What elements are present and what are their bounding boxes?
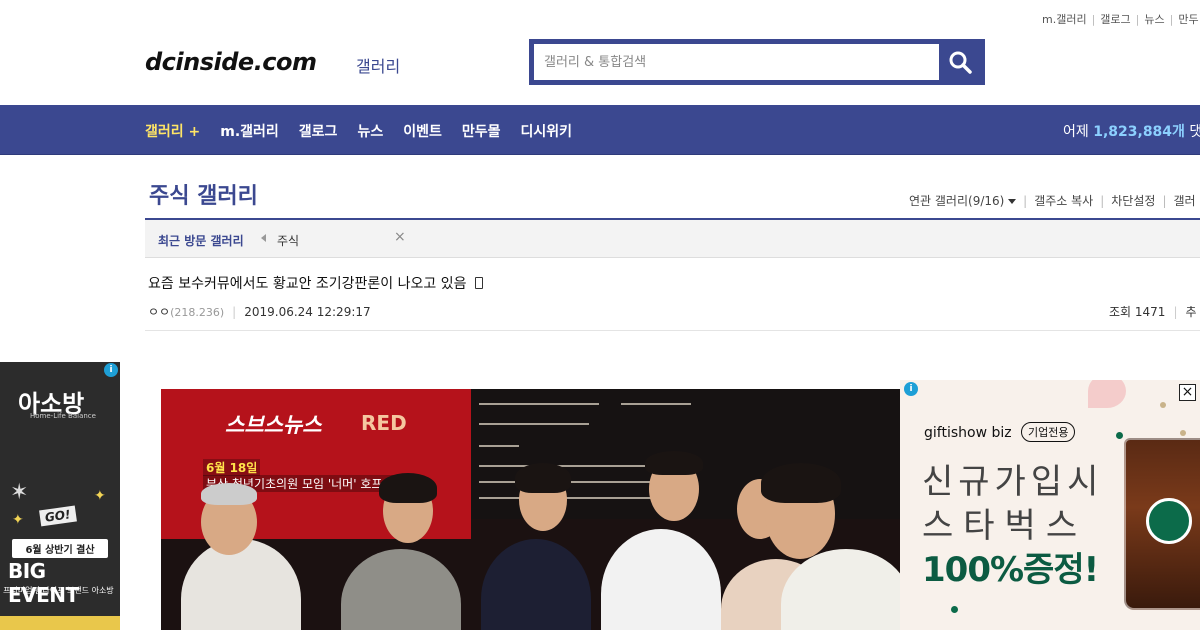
top-link-gallog[interactable]: 갤로그	[1100, 13, 1130, 26]
search-button[interactable]	[939, 44, 980, 80]
left-side-ad[interactable]: i 아소방 Home-Life Balance ✶ ✦ ✦ GO! 6월 상반기…	[0, 362, 120, 630]
block-settings-link[interactable]: 차단설정	[1111, 194, 1155, 208]
arrow-left-icon[interactable]	[261, 234, 266, 242]
post-title: 요즘 보수커뮤에서도 황교안 조기강판론이 나오고 있음	[148, 273, 483, 293]
ad-line1: 신규가입시	[922, 462, 1104, 502]
recent-close-icon[interactable]: ×	[394, 229, 406, 245]
ad-tag: 기업전용	[1021, 422, 1076, 442]
related-gallery-label: 연관 갤러리(9/16)	[909, 194, 1005, 208]
post-title-text: 요즘 보수커뮤에서도 황교안 조기강판론이 나오고 있음	[148, 276, 467, 292]
post-views: 조회 1471	[1109, 305, 1166, 319]
page: m.갤러리|갤로그|뉴스|만두 dcinside.com 갤러리 갤러리 + m…	[0, 0, 1200, 630]
news-logo: 스브스뉴스	[225, 413, 322, 437]
search-box	[529, 39, 985, 85]
gallery-title[interactable]: 주식 갤러리	[149, 178, 258, 210]
search-input[interactable]	[534, 44, 939, 80]
stat-value: 1,823,884개	[1093, 124, 1185, 140]
video-caption-date: 6월 18일	[203, 459, 261, 476]
search-icon	[949, 51, 972, 74]
logo-gallery-label[interactable]: 갤러리	[356, 53, 400, 77]
main-nav: 갤러리 + m.갤러리 갤로그 뉴스 이벤트 만두몰 디시위키 어제 1,823…	[0, 105, 1200, 155]
nav-mandumall[interactable]: 만두몰	[462, 121, 501, 141]
ad-go-label: GO!	[39, 505, 77, 527]
ad-bottom-bar	[0, 616, 120, 630]
star-icon: ✦	[94, 488, 106, 504]
ad-close-button[interactable]: ×	[1179, 384, 1196, 401]
post-datetime: 2019.06.24 12:29:17	[244, 305, 371, 319]
site-logo[interactable]: dcinside.com	[145, 48, 317, 76]
nav-dcwiki[interactable]: 디시위키	[520, 121, 572, 141]
star-icon: ✶	[10, 480, 29, 505]
recent-visited-bar: 최근 방문 갤러리 주식 ×	[145, 220, 1200, 258]
wall-text: RED	[361, 411, 407, 435]
post-stats: 조회 1471 | 추	[1109, 305, 1197, 319]
star-icon: ✦	[12, 512, 24, 528]
top-utility-links: m.갤러리 | 갤로그 | 뉴스 | 만두	[1042, 13, 1199, 26]
caret-down-icon	[1008, 199, 1017, 204]
post-author[interactable]: ㅇㅇ	[148, 305, 170, 319]
top-link-mandu[interactable]: 만두	[1178, 13, 1198, 26]
ad-line2: 스타벅스	[922, 506, 1088, 546]
ad-headline: BIG EVENT	[8, 559, 79, 607]
ad-promo: 프리미엄 홈라이프 브랜드 아소방	[3, 586, 114, 595]
ad-brand-sub: Home-Life Balance	[30, 412, 96, 420]
post-ip: (218.236)	[170, 306, 225, 319]
nav-event[interactable]: 이벤트	[403, 121, 442, 141]
post-video-image[interactable]: 스브스뉴스 RED 6월 18일 부산 청년기초의원 모임 '너머' 호프 미팅	[161, 389, 901, 630]
stat-prefix: 어제	[1063, 124, 1089, 140]
related-gallery-button[interactable]: 연관 갤러리(9/16)	[909, 194, 1017, 208]
post-header-divider	[145, 330, 1200, 331]
nav-gallog[interactable]: 갤로그	[299, 121, 338, 141]
ad-line3: 100%증정!	[922, 550, 1099, 590]
ad-info-icon[interactable]: i	[104, 363, 118, 377]
yesterday-comment-stat: 어제 1,823,884개 댓글	[1063, 121, 1200, 141]
nav-mgallery[interactable]: m.갤러리	[220, 121, 279, 141]
nav-gallery-plus[interactable]: 갤러리 +	[145, 121, 200, 141]
flower-petal-decoration	[1088, 380, 1126, 408]
top-link-mgallery[interactable]: m.갤러리	[1042, 13, 1087, 26]
gallery-links: 연관 갤러리(9/16) | 갤주소 복사 | 차단설정 | 갤러	[909, 194, 1196, 208]
recent-gallery-item[interactable]: 주식	[277, 232, 299, 249]
starbucks-logo-icon	[1146, 498, 1192, 544]
post-meta: ㅇㅇ(218.236) | 2019.06.24 12:29:17	[148, 305, 371, 319]
post-recommend: 추	[1185, 305, 1197, 319]
gallery-more-link[interactable]: 갤러	[1173, 194, 1195, 208]
right-banner-ad[interactable]: i × giftishow biz 기업전용 신규가입시 스타벅스 100%증정…	[900, 380, 1200, 630]
copy-gallery-address-link[interactable]: 갤주소 복사	[1034, 194, 1093, 208]
recent-visited-label: 최근 방문 갤러리	[158, 234, 244, 248]
ad-date-label: 6월 상반기 결산	[12, 539, 108, 558]
top-link-news[interactable]: 뉴스	[1144, 13, 1164, 26]
mobile-icon	[474, 277, 483, 289]
ad-brand: giftishow biz	[924, 425, 1012, 441]
stat-suffix: 댓글	[1189, 124, 1200, 140]
nav-news[interactable]: 뉴스	[357, 121, 383, 141]
ad-info-icon[interactable]: i	[904, 382, 918, 396]
